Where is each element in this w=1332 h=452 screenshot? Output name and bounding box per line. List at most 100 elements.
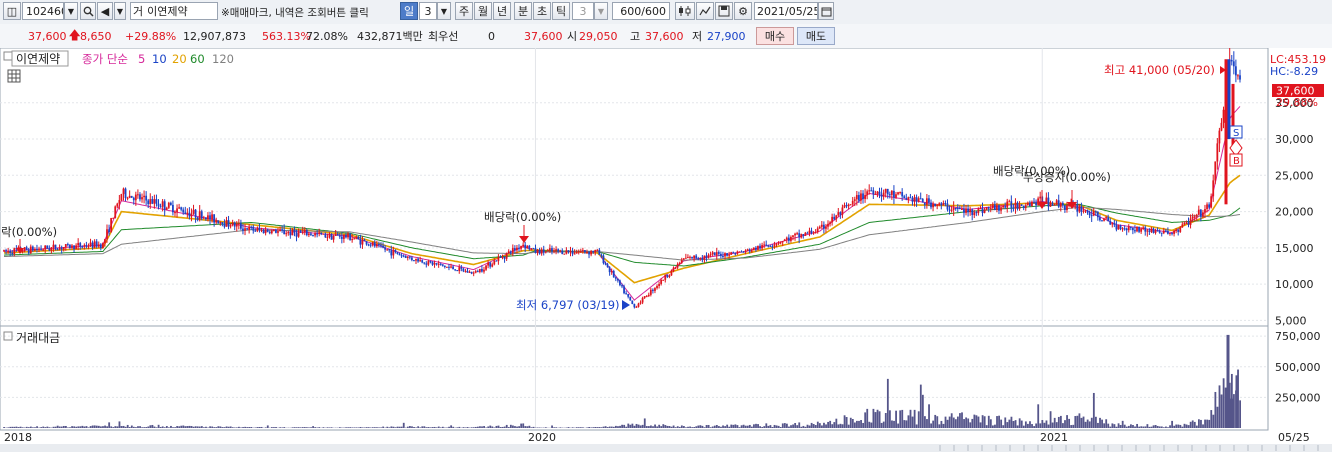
candle-body <box>110 218 113 233</box>
stock-code-input[interactable]: 102460 <box>22 2 64 20</box>
volume-bar <box>818 423 821 428</box>
volume-bar <box>639 425 642 428</box>
volume-bar <box>345 427 347 428</box>
calendar-icon[interactable] <box>818 2 834 20</box>
stock-name-field[interactable]: 거 이연제약 <box>130 2 218 20</box>
volume-bar <box>198 426 201 428</box>
volume-bar <box>907 415 910 428</box>
volume-bar <box>1109 426 1112 428</box>
period-minute-button[interactable]: 분 <box>514 2 532 20</box>
volume-bar <box>623 424 626 428</box>
period-day-button[interactable]: 일 <box>400 2 418 20</box>
period-year-button[interactable]: 년 <box>493 2 511 20</box>
volume-bar <box>79 426 82 428</box>
volume-bar <box>217 426 220 428</box>
volume-bar <box>802 425 805 428</box>
volume-bar <box>1195 425 1198 428</box>
volume-bar <box>792 424 794 428</box>
date-input[interactable]: 2021/05/25 <box>754 2 818 20</box>
speaker-dropdown-icon[interactable]: ▼ <box>114 2 126 20</box>
volume-bar <box>709 427 712 428</box>
volume-bar <box>973 414 976 428</box>
candle-body <box>388 249 391 251</box>
volume-bar <box>27 427 30 428</box>
volume-bar <box>441 426 444 428</box>
volume-bar <box>1051 422 1054 428</box>
interval-dropdown-icon[interactable]: ▼ <box>437 2 451 20</box>
speaker-icon[interactable]: ◀ <box>97 2 113 20</box>
table-view-icon[interactable] <box>7 69 21 83</box>
volume-bar <box>1080 417 1083 428</box>
sell-button[interactable]: 매도 <box>797 27 835 45</box>
volume-bar <box>1136 423 1138 428</box>
volume-bar <box>1119 425 1122 428</box>
volume-bar <box>975 415 978 428</box>
period-tick-button[interactable]: 틱 <box>552 2 570 20</box>
volume-bar <box>433 426 436 428</box>
search-icon[interactable] <box>80 2 96 20</box>
candle-body <box>172 204 174 213</box>
volume-bar <box>715 424 718 428</box>
gear-icon[interactable]: ⚙ <box>734 2 752 20</box>
high-price: 37,600 <box>645 29 684 43</box>
volume-bar <box>722 425 724 428</box>
candle-body <box>604 263 607 265</box>
line-tool-icon[interactable] <box>696 2 714 20</box>
candle-body <box>678 262 681 265</box>
volume-bar <box>936 416 939 428</box>
candle-body <box>798 233 801 238</box>
candle-body <box>373 242 376 247</box>
volume-bar <box>932 420 935 428</box>
tick-dropdown-icon[interactable]: ▼ <box>594 2 608 20</box>
candle-type-icon[interactable] <box>675 2 695 20</box>
candle-body <box>536 249 539 253</box>
stock-chart[interactable]: 5,00010,00015,00020,00025,00030,00035,00… <box>0 48 1332 452</box>
candle-body <box>454 269 457 271</box>
candle-body <box>862 193 864 200</box>
tick-interval-input[interactable]: 3 <box>572 2 594 20</box>
volume-bar <box>983 416 986 428</box>
buy-button[interactable]: 매수 <box>756 27 794 45</box>
candle-body <box>410 257 413 261</box>
candle-body <box>254 230 257 232</box>
volume-bar <box>940 420 943 428</box>
legend-ma20: 20 <box>172 52 187 66</box>
volume-bar <box>994 424 996 428</box>
volume-bar <box>353 427 356 428</box>
volume-bar <box>182 425 185 428</box>
candle-body <box>421 260 424 263</box>
candle-body <box>928 198 930 203</box>
volume-bar <box>1167 427 1169 428</box>
volume-bar <box>625 426 628 428</box>
volume-bar <box>25 426 28 428</box>
volume-bar <box>108 422 111 428</box>
candle-body <box>97 244 100 247</box>
save-icon[interactable] <box>715 2 733 20</box>
volume-bar <box>841 424 844 428</box>
candle-body <box>211 214 213 220</box>
volume-bar <box>1173 425 1176 428</box>
volume-bar <box>575 427 578 428</box>
period-week-button[interactable]: 주 <box>455 2 473 20</box>
candle-body <box>816 228 819 233</box>
horizontal-scrollbar[interactable] <box>0 444 1332 452</box>
candle-body <box>116 203 119 207</box>
volume-bar <box>421 426 424 428</box>
code-dropdown-icon[interactable]: ▼ <box>64 2 78 20</box>
volume-bar <box>1002 425 1005 428</box>
volume-bar <box>376 427 378 428</box>
candle-body <box>62 247 65 250</box>
volume-bar <box>118 421 121 428</box>
volume-bar <box>248 427 251 428</box>
candle-body <box>829 222 831 224</box>
volume-bar <box>594 427 597 428</box>
period-month-button[interactable]: 월 <box>474 2 492 20</box>
window-menu-icon[interactable]: ◫ <box>3 2 21 20</box>
candle-body <box>244 228 246 231</box>
volume-bar <box>1198 419 1200 428</box>
volume-bar <box>886 378 889 428</box>
volume-bar <box>1121 420 1124 428</box>
interval-input[interactable]: 3 <box>419 2 437 20</box>
count-input[interactable]: 600/600 <box>612 2 670 20</box>
period-second-button[interactable]: 초 <box>533 2 551 20</box>
